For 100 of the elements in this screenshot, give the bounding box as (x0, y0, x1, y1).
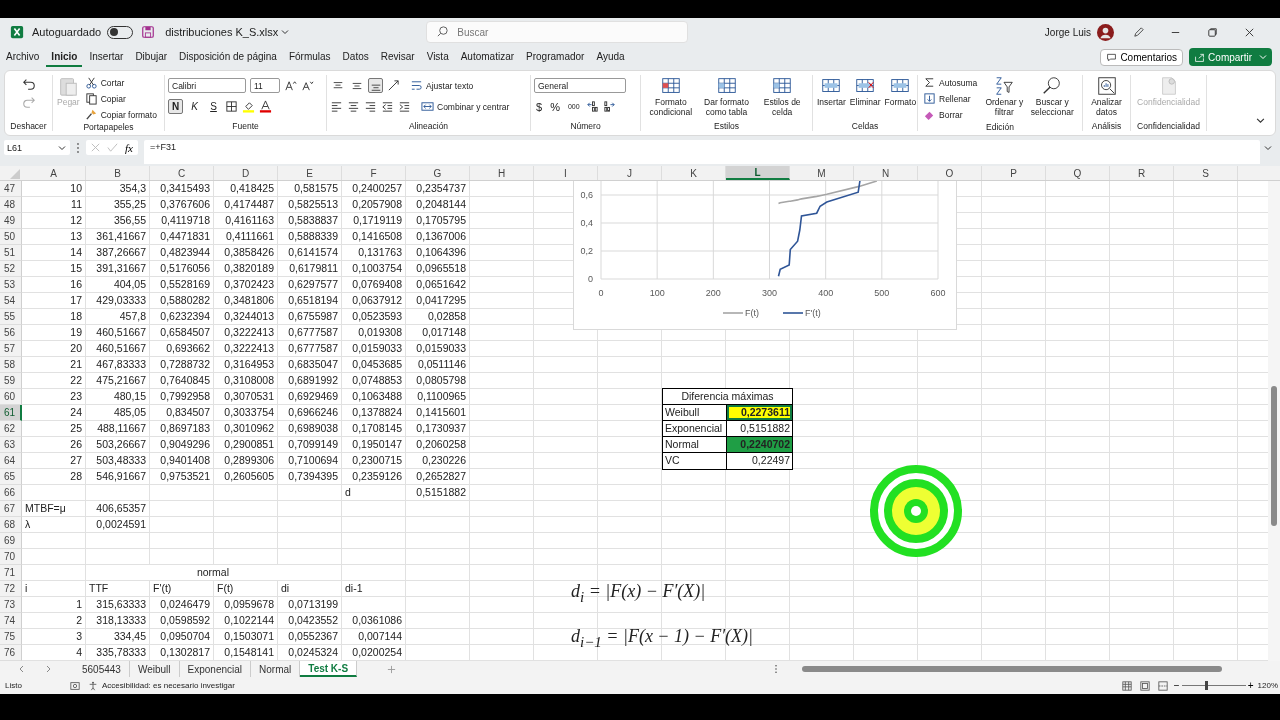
row-header[interactable]: 65 (0, 469, 22, 485)
previous-sheet-icon[interactable] (18, 665, 26, 673)
row-header[interactable]: 49 (0, 213, 22, 229)
row-header[interactable]: 76 (0, 645, 22, 661)
formula-field[interactable]: =+F31 (143, 140, 1260, 164)
merge-center-button[interactable]: Combinar y centrar (419, 99, 512, 114)
increase-decimal-icon[interactable] (585, 100, 599, 113)
row-header[interactable]: 69 (0, 533, 22, 549)
column-header[interactable]: D (214, 166, 278, 180)
analyze-data-button[interactable]: Analizar datos (1086, 75, 1127, 118)
accessibility-icon[interactable] (87, 680, 98, 691)
row-header[interactable]: 56 (0, 325, 22, 341)
zoom-slider-thumb[interactable] (1204, 681, 1208, 690)
row-header[interactable]: 64 (0, 453, 22, 469)
check-icon[interactable] (106, 141, 119, 154)
cells-button[interactable]: Eliminar (848, 75, 882, 108)
column-header[interactable]: R (1110, 166, 1174, 180)
menu-tab[interactable]: Insertar (84, 47, 129, 67)
row-header[interactable]: 52 (0, 261, 22, 277)
font-family-dropdown[interactable]: Calibri (168, 78, 246, 93)
scrollbar-thumb[interactable] (802, 666, 1222, 672)
clipboard-button[interactable]: Cortar (82, 75, 159, 90)
macro-icon[interactable] (69, 680, 80, 691)
menu-tab[interactable]: Revisar (375, 47, 420, 67)
italic-button[interactable]: K (187, 99, 202, 114)
font-color-icon[interactable] (259, 100, 272, 113)
decrease-indent-icon[interactable] (381, 100, 394, 113)
column-header[interactable]: H (470, 166, 534, 180)
row-header[interactable]: 72 (0, 581, 22, 597)
column-header[interactable]: O (918, 166, 982, 180)
clipboard-button[interactable]: Copiar (82, 91, 159, 106)
editing-button[interactable]: Ordenar y filtrar (981, 75, 1028, 118)
menu-tab[interactable]: Programador (521, 47, 590, 67)
editing-button[interactable]: Buscar y seleccionar (1029, 75, 1076, 118)
menu-tab[interactable]: Inicio (46, 47, 83, 67)
zoom-out-button[interactable]: − (1171, 680, 1182, 691)
avatar-icon[interactable] (1097, 23, 1114, 41)
menu-tab[interactable]: Ayuda (591, 47, 630, 67)
row-header[interactable]: 55 (0, 309, 22, 325)
menu-tab[interactable]: Datos (337, 47, 374, 67)
comments-button[interactable]: Comentarios (1100, 48, 1184, 66)
row-header[interactable]: 74 (0, 613, 22, 629)
menu-tab[interactable]: Dibujar (130, 47, 173, 67)
font-size-dropdown[interactable]: 11 (250, 78, 280, 93)
column-header[interactable]: I (534, 166, 598, 180)
align-center-icon[interactable] (347, 100, 360, 113)
column-header[interactable]: P (982, 166, 1046, 180)
caret-icon[interactable] (281, 28, 290, 36)
row-header[interactable]: 48 (0, 197, 22, 213)
column-header[interactable]: E (278, 166, 342, 180)
row-header[interactable]: 61 (0, 405, 22, 421)
increase-indent-icon[interactable] (398, 100, 411, 113)
file-name[interactable]: distribuciones K_S.xlsx (165, 26, 279, 38)
decrease-decimal-icon[interactable] (602, 100, 616, 113)
decrease-font-icon[interactable] (301, 79, 314, 92)
column-header[interactable]: A (22, 166, 86, 180)
bold-button[interactable]: N (168, 99, 183, 114)
row-header[interactable]: 54 (0, 293, 22, 309)
increase-font-icon[interactable] (284, 79, 297, 92)
row-header[interactable]: 59 (0, 373, 22, 389)
menu-tab[interactable]: Automatizar (455, 47, 520, 67)
row-header[interactable]: 53 (0, 277, 22, 293)
column-header[interactable]: B (86, 166, 150, 180)
clipboard-button[interactable]: Copiar formato (82, 107, 159, 122)
vertical-align-button[interactable] (368, 78, 383, 93)
more-icon[interactable] (774, 664, 778, 674)
row-header[interactable]: 63 (0, 437, 22, 453)
align-right-icon[interactable] (364, 100, 377, 113)
restore-icon[interactable] (1206, 25, 1219, 39)
name-box[interactable]: L61 (4, 140, 70, 155)
row-header[interactable]: 73 (0, 597, 22, 613)
row-header[interactable]: 67 (0, 501, 22, 517)
column-header[interactable]: Q (1046, 166, 1110, 180)
column-header[interactable]: F (342, 166, 406, 180)
editing-button[interactable]: Borrar (921, 107, 980, 122)
editing-button[interactable]: Autosuma (921, 75, 980, 90)
row-header[interactable]: 70 (0, 549, 22, 565)
column-header[interactable]: N (854, 166, 918, 180)
search-field[interactable]: Buscar (426, 21, 689, 43)
column-header[interactable]: S (1174, 166, 1238, 180)
styles-button[interactable]: Dar formato como tabla (699, 75, 754, 118)
styles-button[interactable]: Estilos de celda (755, 75, 809, 118)
underline-button[interactable]: S (206, 99, 221, 114)
column-header[interactable]: M (790, 166, 854, 180)
vertical-scrollbar[interactable] (1268, 181, 1280, 661)
row-header[interactable]: 68 (0, 517, 22, 533)
sheet-tab[interactable]: Test K-S (300, 661, 358, 677)
row-header[interactable]: 66 (0, 485, 22, 501)
column-header[interactable]: C (150, 166, 214, 180)
normal-view-icon[interactable] (1121, 680, 1132, 691)
row-header[interactable]: 50 (0, 229, 22, 245)
menu-tab[interactable]: Disposición de página (174, 47, 282, 67)
row-header[interactable]: 71 (0, 565, 22, 581)
row-header[interactable]: 57 (0, 341, 22, 357)
cells-button[interactable]: Insertar (816, 75, 847, 108)
row-header[interactable]: 75 (0, 629, 22, 645)
currency-button[interactable]: $ (534, 100, 545, 113)
wrap-text-button[interactable]: Ajustar texto (408, 78, 476, 93)
menu-tab[interactable]: Archivo (1, 47, 45, 67)
borders-icon[interactable] (225, 100, 238, 113)
